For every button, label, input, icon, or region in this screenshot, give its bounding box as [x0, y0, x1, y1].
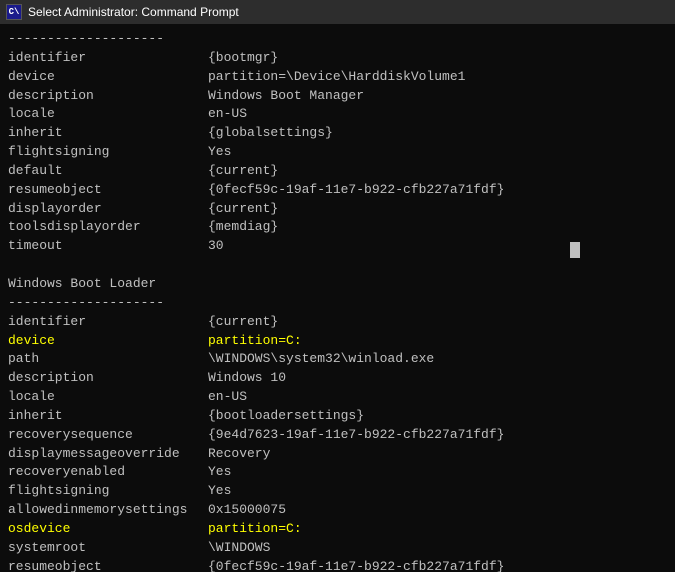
- terminal-line: osdevicepartition=C:: [8, 520, 667, 539]
- title-bar-text: Select Administrator: Command Prompt: [28, 5, 239, 19]
- terminal-line: localeen-US: [8, 105, 667, 124]
- separator-line-1: --------------------: [8, 30, 667, 49]
- separator-line-2: --------------------: [8, 294, 667, 313]
- terminal-line: inherit{bootloadersettings}: [8, 407, 667, 426]
- terminal-line: inherit{globalsettings}: [8, 124, 667, 143]
- terminal-line: recoverysequence{9e4d7623-19af-11e7-b922…: [8, 426, 667, 445]
- terminal-line: descriptionWindows 10: [8, 369, 667, 388]
- terminal-line: toolsdisplayorder{memdiag}: [8, 218, 667, 237]
- terminal-line: identifier{bootmgr}: [8, 49, 667, 68]
- terminal-line: localeen-US: [8, 388, 667, 407]
- terminal-line: resumeobject{0fecf59c-19af-11e7-b922-cfb…: [8, 558, 667, 572]
- terminal-line: flightsigningYes: [8, 482, 667, 501]
- terminal-line: descriptionWindows Boot Manager: [8, 87, 667, 106]
- terminal-line: path\WINDOWS\system32\winload.exe: [8, 350, 667, 369]
- terminal-line: default{current}: [8, 162, 667, 181]
- terminal-line: devicepartition=C:: [8, 332, 667, 351]
- terminal-line: identifier{current}: [8, 313, 667, 332]
- terminal-line: displaymessageoverrideRecovery: [8, 445, 667, 464]
- terminal-line: allowedinmemorysettings0x15000075: [8, 501, 667, 520]
- terminal-line: recoveryenabledYes: [8, 463, 667, 482]
- terminal-line: flightsigningYes: [8, 143, 667, 162]
- cmd-icon: C\: [6, 4, 22, 20]
- cursor: [570, 242, 580, 258]
- terminal-line: systemroot\WINDOWS: [8, 539, 667, 558]
- terminal-line: displayorder{current}: [8, 200, 667, 219]
- terminal-line: devicepartition=\Device\HarddiskVolume1: [8, 68, 667, 87]
- terminal-line: resumeobject{0fecf59c-19af-11e7-b922-cfb…: [8, 181, 667, 200]
- terminal-line: timeout30: [8, 237, 667, 256]
- terminal-window[interactable]: -------------------- identifier{bootmgr}…: [0, 24, 675, 572]
- section2-heading: Windows Boot Loader: [8, 275, 667, 294]
- title-bar: C\ Select Administrator: Command Prompt: [0, 0, 675, 24]
- blank-line-1: [8, 256, 667, 275]
